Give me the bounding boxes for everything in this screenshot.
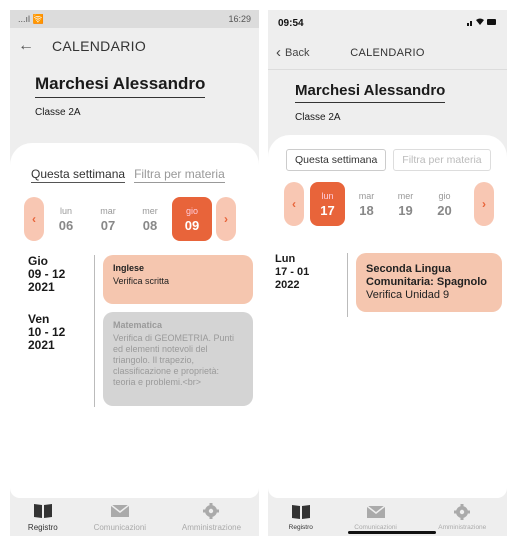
- next-week-button[interactable]: ›: [216, 197, 236, 241]
- tab-amministrazione[interactable]: Amministrazione: [438, 503, 487, 531]
- gear-icon: [454, 503, 471, 520]
- book-icon: [33, 503, 52, 518]
- tab-label: Comunicazioni: [93, 522, 147, 532]
- day-number: 07: [100, 217, 116, 233]
- event-subject: Matematica: [113, 320, 163, 330]
- header-bar: ‹ Back CALENDARIO: [268, 36, 507, 70]
- tab-label: Registro: [27, 522, 58, 532]
- envelope-icon: [110, 503, 130, 517]
- week-selector: ‹ lun 06 mar 07 mer 08 gio 09 ›: [10, 183, 259, 241]
- day-name: lun: [321, 190, 334, 201]
- day-name: mer: [142, 205, 158, 216]
- day-wednesday[interactable]: mer 08: [130, 197, 170, 241]
- tab-bar: Registro Comunicazioni Amministrazione: [10, 498, 259, 536]
- ios-screen: 09:54 ‹ Back CALENDARIO Marchesi Alessan…: [268, 10, 507, 536]
- day-monday-selected[interactable]: lun 17: [310, 182, 345, 226]
- tab-amministrazione[interactable]: Amministrazione: [181, 502, 242, 532]
- filters: Questa settimana Filtra per materia: [268, 135, 507, 171]
- back-button[interactable]: ‹ Back: [276, 44, 309, 61]
- day-thursday-selected[interactable]: gio 09: [172, 197, 212, 241]
- day-name: gio: [438, 190, 451, 201]
- day-name: mer: [397, 190, 414, 201]
- day-tuesday[interactable]: mar 18: [349, 182, 384, 226]
- day-number: 17: [320, 202, 335, 218]
- day-name: mar: [100, 205, 116, 216]
- next-week-button[interactable]: ›: [474, 182, 494, 226]
- event-card[interactable]: Inglese Verifica scritta: [103, 255, 253, 304]
- calendar-card: Questa settimana Filtra per materia ‹ lu…: [10, 143, 259, 498]
- tab-registro[interactable]: Registro: [289, 504, 313, 531]
- tab-label: Amministrazione: [438, 523, 487, 531]
- event-dates: Lun 17 - 01 2022: [275, 253, 335, 317]
- book-icon: [291, 504, 310, 519]
- page-title: CALENDARIO: [52, 38, 147, 54]
- back-label: Back: [285, 46, 310, 59]
- timeline-divider: [347, 253, 348, 317]
- day-number: 18: [359, 202, 374, 218]
- chevron-left-icon: ‹: [276, 44, 281, 61]
- calendar-card: Questa settimana Filtra per materia ‹ lu…: [268, 135, 507, 498]
- day-name: mar: [358, 190, 375, 201]
- status-time: 09:54: [278, 17, 304, 29]
- event-list: Inglese Verifica scritta Matematica Veri…: [103, 255, 253, 407]
- student-class: Classe 2A: [295, 112, 341, 123]
- subject-filter[interactable]: Filtra per materia: [393, 149, 491, 171]
- week-selector: ‹ lun 17 mar 18 mer 19 gio 20 ›: [268, 171, 507, 226]
- day-wednesday[interactable]: mer 19: [388, 182, 423, 226]
- tab-label: Comunicazioni: [354, 523, 397, 531]
- day-number: 19: [398, 202, 413, 218]
- event-description: Verifica Unidad 9: [366, 289, 450, 301]
- event-list: Seconda Lingua Comunitaria: Spagnolo Ver…: [356, 253, 502, 317]
- events-section: Lun 17 - 01 2022 Seconda Lingua Comunita…: [268, 253, 507, 317]
- event-card[interactable]: Seconda Lingua Comunitaria: Spagnolo Ver…: [356, 253, 502, 312]
- day-number: 09: [184, 217, 200, 233]
- filters: Questa settimana Filtra per materia: [10, 143, 259, 183]
- day-name: lun: [59, 205, 72, 216]
- subject-filter[interactable]: Filtra per materia: [134, 167, 225, 183]
- day-thursday[interactable]: gio 20: [427, 182, 462, 226]
- student-class: Classe 2A: [35, 107, 81, 118]
- timeline-divider: [94, 255, 95, 407]
- day-number: 20: [437, 202, 452, 218]
- this-week-filter[interactable]: Questa settimana: [31, 167, 126, 183]
- day-monday[interactable]: lun 06: [46, 197, 86, 241]
- android-screen: ...ıl 🛜 16:29 ← CALENDARIO Marchesi Ales…: [10, 10, 259, 536]
- event-date: Gio 09 - 12 2021: [28, 254, 66, 294]
- tab-registro[interactable]: Registro: [28, 503, 58, 532]
- signal-wifi-icons: ...ıl 🛜: [18, 13, 44, 24]
- event-dates: Gio 09 - 12 2021 Ven 10 - 12 2021: [28, 255, 88, 407]
- student-name: Marchesi Alessandro: [35, 74, 206, 98]
- events-section: Gio 09 - 12 2021 Ven 10 - 12 2021 Ingles…: [10, 255, 259, 407]
- signal-wifi-battery-icon: [467, 17, 497, 30]
- prev-week-button[interactable]: ‹: [284, 182, 304, 226]
- day-number: 08: [142, 217, 158, 233]
- event-date: Lun 17 - 01 2022: [275, 253, 310, 291]
- back-arrow-icon[interactable]: ←: [18, 37, 34, 55]
- envelope-icon: [366, 504, 386, 518]
- event-description: Verifica di GEOMETRIA. Punti ed elementi…: [113, 333, 235, 387]
- event-subject: Seconda Lingua Comunitaria: Spagnolo: [366, 263, 487, 288]
- tab-comunicazioni[interactable]: Comunicazioni: [354, 504, 397, 531]
- home-indicator: [348, 531, 436, 534]
- student-name: Marchesi Alessandro: [295, 82, 446, 103]
- gear-icon: [203, 502, 220, 519]
- event-description: Verifica scritta: [113, 276, 170, 286]
- tab-comunicazioni[interactable]: Comunicazioni: [94, 503, 146, 532]
- header-bar: ← CALENDARIO: [10, 28, 259, 64]
- event-subject: Inglese: [113, 263, 145, 273]
- status-time: 16:29: [228, 14, 251, 24]
- this-week-filter[interactable]: Questa settimana: [286, 149, 387, 171]
- tab-label: Registro: [288, 523, 313, 531]
- day-name: gio: [185, 205, 198, 216]
- student-info: Marchesi Alessandro Classe 2A: [10, 74, 259, 118]
- day-number: 06: [58, 217, 74, 233]
- prev-week-button[interactable]: ‹: [24, 197, 44, 241]
- status-bar: ...ıl 🛜 16:29: [10, 10, 259, 28]
- student-info: Marchesi Alessandro Classe 2A: [268, 82, 507, 123]
- event-date: Ven 10 - 12 2021: [28, 312, 66, 352]
- day-tuesday[interactable]: mar 07: [88, 197, 128, 241]
- event-card[interactable]: Matematica Verifica di GEOMETRIA. Punti …: [103, 312, 253, 406]
- tab-label: Amministrazione: [181, 522, 242, 532]
- status-bar: 09:54: [268, 10, 507, 36]
